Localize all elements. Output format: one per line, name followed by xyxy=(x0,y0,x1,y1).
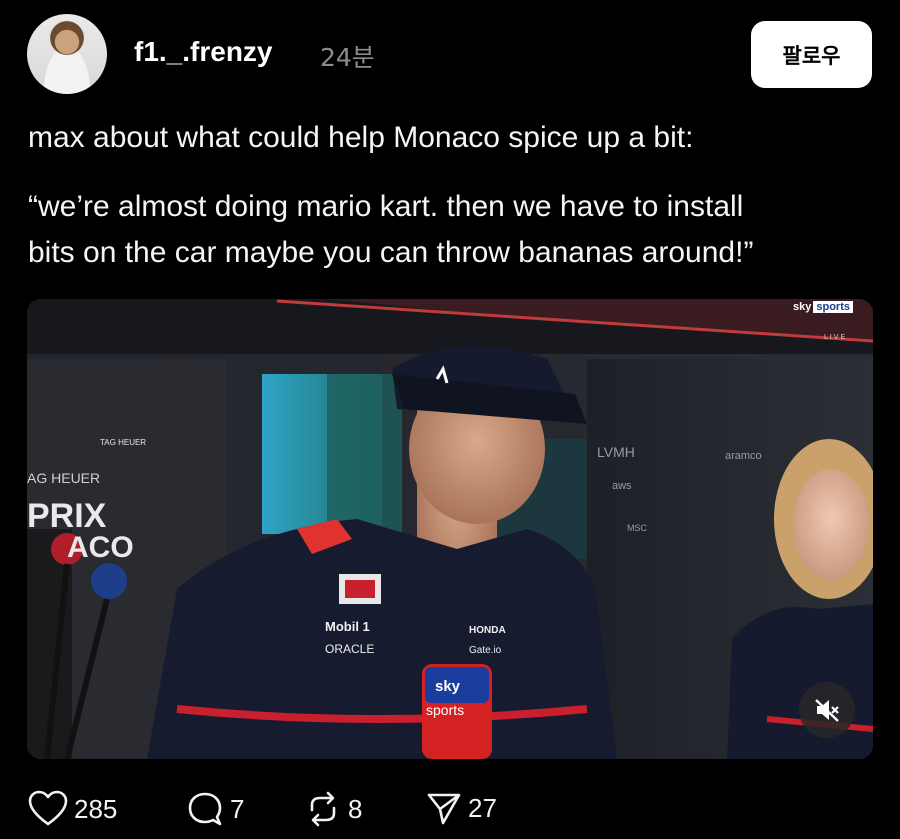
mic-label: sports xyxy=(426,702,464,718)
shirt-sponsor: Gate.io xyxy=(469,645,502,656)
broadcaster-logo-prefix: sky xyxy=(793,301,812,313)
mute-toggle-button[interactable] xyxy=(799,682,855,738)
shirt-sponsor: HONDA xyxy=(469,625,506,636)
username-link[interactable]: f1._.frenzy xyxy=(134,36,273,68)
backdrop-label: PRIX xyxy=(27,497,107,535)
send-icon xyxy=(427,793,461,825)
comment-bubble-icon xyxy=(188,792,222,826)
follow-button[interactable]: 팔로우 xyxy=(751,21,872,88)
broadcaster-logo: sky sports xyxy=(793,301,853,313)
backdrop-label: aramco xyxy=(725,450,762,462)
post-text-line: bits on the car maybe you can throw bana… xyxy=(28,236,754,269)
comment-button[interactable]: 7 xyxy=(186,790,244,828)
shirt-sponsor: Mobil 1 xyxy=(325,619,370,634)
broadcaster-logo-suffix: sports xyxy=(813,301,853,313)
post-text-line: “we’re almost doing mario kart. then we … xyxy=(28,190,744,223)
backdrop-label: LVMH xyxy=(597,444,635,460)
repost-count: 8 xyxy=(348,793,363,824)
action-bar: 285 7 8 27 xyxy=(0,790,900,830)
share-count: 27 xyxy=(468,792,497,823)
repost-icon xyxy=(310,791,336,827)
post-timestamp: 24분 xyxy=(320,43,375,72)
profile-avatar[interactable] xyxy=(27,14,107,94)
repost-button[interactable]: 8 xyxy=(304,790,362,828)
live-label: LIVE xyxy=(823,333,847,341)
like-button[interactable]: 285 xyxy=(28,790,117,828)
post-text-line: max about what could help Monaco spice u… xyxy=(28,121,694,154)
shirt-sponsor: ORACLE xyxy=(325,642,374,656)
backdrop-label: ACO xyxy=(67,531,134,564)
video-frame: AG HEUER PRIX ACO TAG HEUER LVMH aramco … xyxy=(27,299,873,759)
like-count: 285 xyxy=(74,793,118,824)
backdrop-label: aws xyxy=(612,480,632,492)
backdrop-label: AG HEUER xyxy=(27,470,100,486)
backdrop-label: TAG HEUER xyxy=(100,438,146,447)
mic-label: sky xyxy=(435,678,461,695)
video-player[interactable]: AG HEUER PRIX ACO TAG HEUER LVMH aramco … xyxy=(27,299,873,759)
heart-icon xyxy=(28,790,68,826)
backdrop-label: MSC xyxy=(627,523,648,533)
comment-count: 7 xyxy=(230,793,245,824)
share-button[interactable]: 27 xyxy=(426,790,497,826)
speaker-muted-icon xyxy=(815,699,839,722)
